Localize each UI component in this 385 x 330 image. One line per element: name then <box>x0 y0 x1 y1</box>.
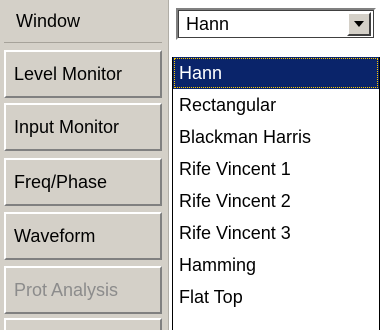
input-monitor-button[interactable]: Input Monitor <box>4 103 162 151</box>
window-select[interactable]: Hann <box>176 8 376 40</box>
prot-analysis-button: Prot Analysis <box>4 266 162 314</box>
option-rife-vincent-2[interactable]: Rife Vincent 2 <box>173 185 379 217</box>
option-rife-vincent-3[interactable]: Rife Vincent 3 <box>173 217 379 249</box>
option-blackman-harris[interactable]: Blackman Harris <box>173 121 379 153</box>
chevron-down-icon <box>354 21 364 27</box>
input-monitor-label: Input Monitor <box>14 116 120 137</box>
window-select-dropdown-button[interactable] <box>347 12 371 36</box>
next-sidebar-button[interactable] <box>4 318 162 330</box>
option-rife-vincent-1[interactable]: Rife Vincent 1 <box>173 153 379 185</box>
waveform-label: Waveform <box>14 225 96 246</box>
option-hann[interactable]: Hann <box>173 57 379 89</box>
level-monitor-label: Level Monitor <box>14 63 123 84</box>
window-settings-panel: Window Level Monitor Input Monitor Freq/… <box>0 0 385 330</box>
window-select-value: Hann <box>186 13 230 34</box>
freq-phase-button[interactable]: Freq/Phase <box>4 158 162 206</box>
freq-phase-label: Freq/Phase <box>14 171 108 192</box>
prot-analysis-label: Prot Analysis <box>14 279 119 300</box>
window-label: Window <box>4 0 162 43</box>
level-monitor-button[interactable]: Level Monitor <box>4 50 162 98</box>
waveform-button[interactable]: Waveform <box>4 212 162 260</box>
window-label-text: Window <box>16 10 81 31</box>
window-options-list: Hann Rectangular Blackman Harris Rife Vi… <box>172 57 380 330</box>
settings-sidebar: Window Level Monitor Input Monitor Freq/… <box>0 0 169 330</box>
option-flat-top[interactable]: Flat Top <box>173 281 379 313</box>
option-rectangular[interactable]: Rectangular <box>173 89 379 121</box>
option-hamming[interactable]: Hamming <box>173 249 379 281</box>
